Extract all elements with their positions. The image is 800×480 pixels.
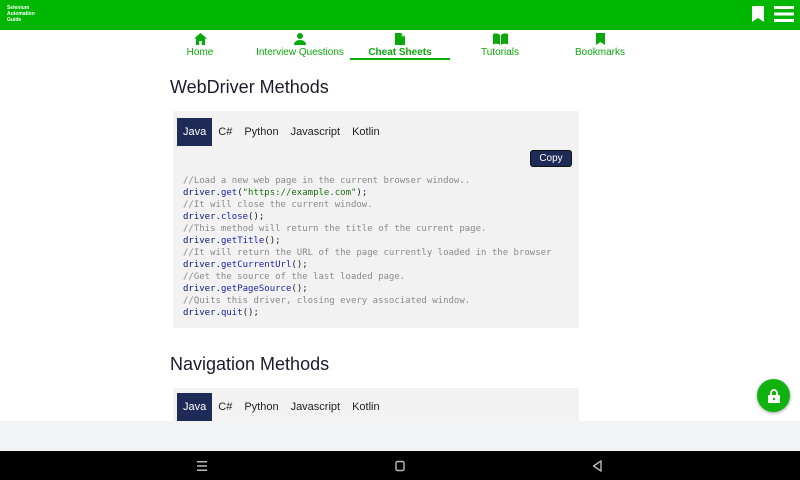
tab-javascript[interactable]: Javascript [285, 393, 347, 421]
code-comment: //Quits this driver, closing every assoc… [183, 296, 471, 306]
code-line: driver.quit(); [183, 308, 259, 318]
code-block: //Load a new web page in the current bro… [183, 175, 551, 319]
code-line: driver.getPageSource(); [183, 284, 308, 294]
code-method: getCurrentUrl [220, 260, 292, 270]
code-object: driver. [183, 308, 221, 318]
person-icon [294, 33, 306, 45]
lock-button[interactable] [757, 379, 790, 412]
tab-csharp[interactable]: C# [212, 118, 238, 146]
tab-kotlin[interactable]: Kotlin [346, 393, 386, 421]
language-tabs: Java C# Python Javascript Kotlin [177, 393, 386, 421]
bookmark-icon [595, 33, 605, 45]
menu-icon[interactable] [774, 6, 794, 22]
recents-icon[interactable] [197, 459, 207, 477]
brand-line-3: Guide [7, 17, 22, 23]
app-logo: Selenium Automation Guide [7, 5, 35, 23]
bottom-panel [0, 421, 800, 451]
app-bar: Selenium Automation Guide [0, 0, 800, 30]
code-object: driver. [183, 260, 221, 270]
section-title-navigation: Navigation Methods [170, 354, 330, 374]
nav-tutorials-label: Tutorials [481, 47, 519, 58]
code-comment: //Get the source of the last loaded page… [183, 272, 406, 282]
book-icon [492, 33, 508, 45]
lock-icon [767, 388, 780, 403]
system-nav-bar [0, 451, 800, 480]
nav-interview-label: Interview Questions [256, 47, 344, 58]
code-comment: //Load a new web page in the current bro… [183, 176, 471, 186]
code-comment: //This method will return the title of t… [183, 224, 487, 234]
code-object: driver. [183, 212, 221, 222]
tab-java[interactable]: Java [177, 118, 213, 146]
tab-java[interactable]: Java [177, 393, 213, 421]
code-comment: //It will return the URL of the page cur… [183, 248, 552, 258]
code-card-webdriver: Java C# Python Javascript Kotlin Copy //… [173, 111, 579, 328]
code-method: quit [220, 308, 243, 318]
nav-cheat-sheets[interactable]: Cheat Sheets [350, 30, 450, 60]
code-line: //Quits this driver, closing every assoc… [183, 295, 551, 307]
code-method: getTitle [220, 236, 265, 246]
code-line: //It will return the URL of the page cur… [183, 247, 551, 259]
language-tabs: Java C# Python Javascript Kotlin [177, 118, 386, 146]
document-icon [395, 33, 405, 45]
code-line: //Get the source of the last loaded page… [183, 271, 551, 283]
code-string: "https://example.com" [242, 188, 357, 198]
code-object: driver. [183, 284, 221, 294]
code-line: driver.get("https://example.com"); [183, 188, 368, 198]
nav-bookmarks-label: Bookmarks [574, 47, 625, 58]
main-nav: Home Interview Questions Cheat Sheets Tu… [150, 30, 650, 60]
code-object: driver. [183, 188, 221, 198]
code-comment: //It will close the current window. [183, 200, 373, 210]
nav-cheat-sheets-label: Cheat Sheets [368, 47, 432, 58]
home-icon [193, 33, 207, 45]
code-line: driver.close(); [183, 212, 265, 222]
nav-home[interactable]: Home [150, 30, 250, 60]
code-line: //Load a new web page in the current bro… [183, 175, 551, 187]
code-line: //This method will return the title of t… [183, 223, 551, 235]
tab-javascript[interactable]: Javascript [285, 118, 347, 146]
copy-button[interactable]: Copy [530, 150, 572, 167]
code-line: //It will close the current window. [183, 199, 551, 211]
tab-python[interactable]: Python [238, 393, 284, 421]
nav-home-label: Home [186, 47, 214, 58]
section-title-webdriver: WebDriver Methods [170, 77, 329, 97]
code-method: get [220, 188, 238, 198]
home-nav-icon[interactable] [395, 459, 405, 477]
nav-tutorials[interactable]: Tutorials [450, 30, 550, 60]
bookmark-icon[interactable] [752, 6, 764, 22]
code-method: getPageSource [220, 284, 292, 294]
code-method: close [220, 212, 249, 222]
tab-python[interactable]: Python [238, 118, 284, 146]
back-icon[interactable] [592, 459, 602, 477]
code-line: driver.getTitle(); [183, 236, 281, 246]
code-object: driver. [183, 236, 221, 246]
nav-bookmarks[interactable]: Bookmarks [550, 30, 650, 60]
code-card-navigation: Java C# Python Javascript Kotlin [173, 388, 579, 421]
code-line: driver.getCurrentUrl(); [183, 260, 308, 270]
tab-kotlin[interactable]: Kotlin [346, 118, 386, 146]
tab-csharp[interactable]: C# [212, 393, 238, 421]
nav-interview-questions[interactable]: Interview Questions [250, 30, 350, 60]
